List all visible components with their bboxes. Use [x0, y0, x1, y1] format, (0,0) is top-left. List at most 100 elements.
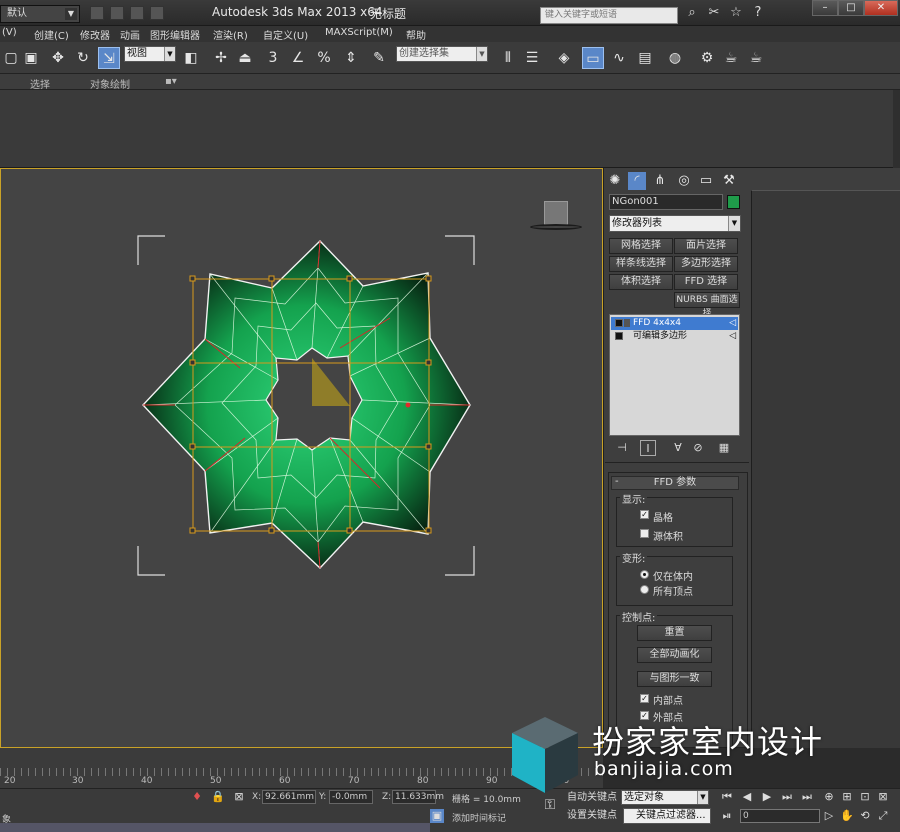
- motion-tab-icon[interactable]: ◎: [675, 172, 693, 190]
- modifier-list-dropdown[interactable]: 修改器列表 ▼: [609, 215, 741, 232]
- volume-select-button[interactable]: 体积选择: [609, 274, 673, 290]
- menu-item-modifiers[interactable]: 修改器: [80, 27, 110, 42]
- pin-stack-icon[interactable]: ⊣: [614, 440, 630, 456]
- lattice-checkbox[interactable]: ✓: [640, 510, 649, 519]
- zoom-all-icon[interactable]: ⊞: [840, 790, 854, 804]
- object-color-swatch[interactable]: [727, 195, 740, 209]
- tools-icon[interactable]: ✂: [706, 5, 722, 21]
- menu-item-create[interactable]: 创建(C): [34, 27, 69, 42]
- curve-editor-icon[interactable]: ∿: [608, 47, 630, 69]
- pivot-icon[interactable]: ◧: [180, 47, 202, 69]
- show-end-result-icon[interactable]: Ⅰ: [640, 440, 656, 456]
- object-name-field[interactable]: NGon001: [609, 194, 723, 210]
- menu-item-animation[interactable]: 动画: [120, 27, 140, 42]
- animate-all-button[interactable]: 全部动画化: [637, 647, 712, 663]
- star-icon[interactable]: ☆: [728, 5, 744, 21]
- add-time-tag-label[interactable]: 添加时间标记: [452, 811, 506, 824]
- reset-button[interactable]: 重置: [637, 625, 712, 641]
- edit-named-selection-icon[interactable]: ✎: [368, 47, 390, 69]
- key-mode-dropdown[interactable]: 选定对象 ▼: [621, 790, 709, 805]
- menu-item-rendering[interactable]: 渲染(R): [213, 27, 248, 42]
- new-file-icon[interactable]: [90, 6, 104, 20]
- only-in-volume-radio[interactable]: [640, 570, 649, 579]
- minimize-button[interactable]: –: [812, 0, 838, 16]
- menu-item-help[interactable]: 帮助: [406, 27, 426, 42]
- reference-coordinate-dropdown[interactable]: 视图 ▼: [124, 46, 176, 62]
- material-editor-icon[interactable]: ◍: [664, 47, 686, 69]
- patch-select-button[interactable]: 面片选择: [674, 238, 738, 254]
- angle-snap-icon[interactable]: ∠: [287, 47, 309, 69]
- scale-icon[interactable]: ⇲: [98, 47, 120, 69]
- maximize-viewport-icon[interactable]: ⤢: [876, 809, 890, 823]
- select-manipulate-icon[interactable]: ✢: [210, 47, 232, 69]
- rollout-title[interactable]: FFD 参数: [611, 476, 739, 490]
- workspace-dropdown[interactable]: 默认 ▼: [0, 5, 80, 23]
- close-button[interactable]: ✕: [864, 0, 898, 16]
- time-tag-icon[interactable]: ▣: [430, 809, 444, 823]
- key-filters-button[interactable]: 关键点过滤器...: [623, 808, 711, 824]
- ffd-select-button[interactable]: FFD 选择: [674, 274, 738, 290]
- move-icon[interactable]: ✥: [47, 47, 69, 69]
- create-tab-icon[interactable]: ✺: [606, 172, 624, 190]
- conform-to-shape-button[interactable]: 与图形一致: [637, 671, 712, 687]
- undo-icon[interactable]: [150, 6, 164, 20]
- key-mode-icon[interactable]: ⏯: [720, 809, 734, 823]
- named-selection-dropdown[interactable]: 创建选择集 ▼: [396, 46, 488, 62]
- scene-explorer-icon[interactable]: ▭: [582, 47, 604, 69]
- rotate-icon[interactable]: ↻: [72, 47, 94, 69]
- utilities-tab-icon[interactable]: ⚒: [720, 172, 738, 190]
- absolute-mode-icon[interactable]: ⊠: [232, 790, 246, 804]
- search-input[interactable]: 键入关键字或短语: [540, 7, 678, 24]
- stack-item-editable-poly[interactable]: 可编辑多边形 ◁: [611, 330, 738, 343]
- x-coordinate-field[interactable]: 92.661mm: [262, 790, 316, 804]
- display-tab-icon[interactable]: ▭: [697, 172, 715, 190]
- z-coordinate-field[interactable]: 11.633mm: [392, 790, 444, 804]
- select-by-name-icon[interactable]: ▣: [20, 47, 42, 69]
- prev-frame-icon[interactable]: ◀: [740, 790, 754, 804]
- expand-icon[interactable]: [615, 332, 623, 340]
- poly-select-button[interactable]: 多边形选择: [674, 256, 738, 272]
- play-icon[interactable]: ▶: [760, 790, 774, 804]
- orbit-icon[interactable]: ⟲: [858, 809, 872, 823]
- ribbon-tab-object-paint[interactable]: 对象绘制: [90, 76, 130, 91]
- field-of-view-icon[interactable]: ▷: [822, 809, 836, 823]
- render-icon[interactable]: ☕: [745, 47, 767, 69]
- next-frame-icon[interactable]: ⏭: [780, 790, 794, 804]
- zoom-icon[interactable]: ⊕: [822, 790, 836, 804]
- spline-select-button[interactable]: 样条线选择: [609, 256, 673, 272]
- keyboard-shortcut-icon[interactable]: ⏏: [234, 47, 256, 69]
- current-frame-field[interactable]: 0: [740, 809, 820, 823]
- all-vertices-radio[interactable]: [640, 585, 649, 594]
- binoculars-icon[interactable]: ⌕: [684, 5, 700, 21]
- pan-icon[interactable]: ✋: [840, 809, 854, 823]
- make-unique-icon[interactable]: ∀: [670, 440, 686, 456]
- ribbon-options-icon[interactable]: ▪▾: [165, 76, 177, 87]
- spinner-snap-icon[interactable]: ⇕: [340, 47, 362, 69]
- y-coordinate-field[interactable]: -0.0mm: [329, 790, 373, 804]
- menu-item-graph-editors[interactable]: 图形编辑器: [150, 27, 200, 42]
- goto-end-icon[interactable]: ⏭: [800, 790, 814, 804]
- mirror-icon[interactable]: ⫴: [497, 47, 519, 69]
- open-file-icon[interactable]: [110, 6, 124, 20]
- snap-toggle-icon[interactable]: 3: [262, 47, 284, 69]
- render-setup-icon[interactable]: ⚙: [696, 47, 718, 69]
- modify-tab-icon[interactable]: ◜: [628, 172, 646, 190]
- pin-icon[interactable]: ◁: [729, 330, 736, 343]
- zoom-extents-icon[interactable]: ⊡: [858, 790, 872, 804]
- collapse-icon[interactable]: -: [615, 476, 619, 487]
- hierarchy-tab-icon[interactable]: ⋔: [651, 172, 669, 190]
- set-key-button[interactable]: 设置关键点: [565, 808, 617, 823]
- zoom-extents-all-icon[interactable]: ⊠: [876, 790, 890, 804]
- source-volume-checkbox[interactable]: [640, 529, 649, 538]
- key-icon[interactable]: ⚿: [538, 798, 562, 812]
- lightbulb-icon[interactable]: [615, 319, 623, 327]
- selection-lock-icon[interactable]: 🔒: [211, 790, 225, 804]
- nurbs-surface-select-button[interactable]: NURBS 曲面选择: [674, 292, 740, 319]
- layer-manager-icon[interactable]: ◈: [553, 47, 575, 69]
- menu-item-view[interactable]: (V): [2, 27, 17, 38]
- align-icon[interactable]: ☰: [521, 47, 543, 69]
- stack-item-ffd[interactable]: FFD 4x4x4 ◁: [611, 317, 738, 330]
- maximize-button[interactable]: □: [838, 0, 864, 16]
- rendered-frame-icon[interactable]: ☕: [720, 47, 742, 69]
- menu-item-maxscript[interactable]: MAXScript(M): [325, 27, 393, 38]
